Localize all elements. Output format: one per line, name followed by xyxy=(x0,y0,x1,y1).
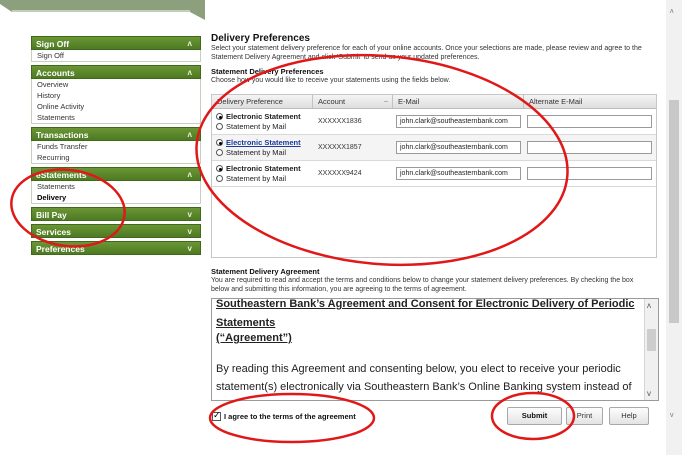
terms-text-box[interactable]: Southeastern Bank’s Agreement and Consen… xyxy=(211,298,659,401)
nav-section-preferences[interactable]: Preferences v xyxy=(31,241,201,255)
alternate-email-field[interactable] xyxy=(527,167,652,180)
scroll-up-icon[interactable]: ʌ xyxy=(670,8,674,15)
expand-chevron-icon[interactable]: v xyxy=(188,208,192,222)
print-button[interactable]: Print xyxy=(566,407,603,425)
sort-icon[interactable]: – xyxy=(384,95,388,108)
radio-icon[interactable] xyxy=(216,175,223,182)
sidebar-item-online-activity[interactable]: Online Activity xyxy=(32,101,200,112)
intro-line-2: Statement Delivery Agreement and click '… xyxy=(211,54,480,61)
mail-statement-radio[interactable]: Statement by Mail xyxy=(216,148,313,158)
header-banner xyxy=(0,0,205,20)
delivery-preferences-table: Delivery Preference Account – E-Mail Alte… xyxy=(211,94,657,258)
column-header-account[interactable]: Account – xyxy=(313,95,393,108)
radio-selected-icon[interactable] xyxy=(216,113,223,120)
mail-statement-radio[interactable]: Statement by Mail xyxy=(216,122,313,132)
terms-title-line-2: (“Agreement”) xyxy=(216,332,292,344)
scroll-up-icon[interactable]: ʌ xyxy=(647,301,651,310)
scroll-thumb[interactable] xyxy=(647,329,656,351)
terms-body: By reading this Agreement and consenting… xyxy=(216,363,632,400)
expand-chevron-icon[interactable]: v xyxy=(188,225,192,239)
scroll-down-icon[interactable]: v xyxy=(647,389,651,398)
radio-selected-icon[interactable] xyxy=(216,139,223,146)
nav-section-bill-pay[interactable]: Bill Pay v xyxy=(31,207,201,221)
electronic-statement-radio[interactable]: Electronic Statement xyxy=(216,112,313,122)
table-row: Electronic Statement Statement by Mail X… xyxy=(212,135,656,161)
agree-checkbox-row[interactable]: I agree to the terms of the agreement xyxy=(212,410,356,421)
agreement-section: Statement Delivery Agreement You are req… xyxy=(211,267,666,294)
expand-chevron-icon[interactable]: v xyxy=(188,242,192,256)
agree-checkbox[interactable] xyxy=(212,410,221,421)
collapse-chevron-icon[interactable]: ʌ xyxy=(188,128,192,142)
sidebar-item-funds-transfer[interactable]: Funds Transfer xyxy=(32,141,200,152)
terms-title-line-1: Southeastern Bank’s Agreement and Consen… xyxy=(216,298,635,329)
radio-selected-icon[interactable] xyxy=(216,165,223,172)
electronic-statement-radio[interactable]: Electronic Statement xyxy=(216,138,313,148)
sidebar-item-history[interactable]: History xyxy=(32,90,200,101)
sidebar-nav: Sign Off ʌ Sign Off Accounts ʌ Overview Hi… xyxy=(31,36,201,255)
account-number: XXXXXX1836 xyxy=(318,118,362,125)
terms-scrollbar[interactable]: ʌ v xyxy=(644,299,658,400)
column-header-alternate-email[interactable]: Alternate E-Mail xyxy=(524,95,656,108)
mail-statement-radio[interactable]: Statement by Mail xyxy=(216,174,313,184)
collapse-chevron-icon[interactable]: ʌ xyxy=(188,168,192,182)
alternate-email-field[interactable] xyxy=(527,141,652,154)
nav-section-accounts[interactable]: Accounts ʌ xyxy=(31,65,201,79)
electronic-statement-radio[interactable]: Electronic Statement xyxy=(216,164,313,174)
column-header-delivery-preference[interactable]: Delivery Preference xyxy=(212,95,313,108)
agree-label[interactable]: I agree to the terms of the agreement xyxy=(224,412,356,421)
sidebar-item-sign-off[interactable]: Sign Off xyxy=(32,50,200,61)
sidebar-item-overview[interactable]: Overview xyxy=(32,79,200,90)
email-field[interactable]: john.clark@southeasternbank.com xyxy=(396,141,521,154)
nav-section-estatements[interactable]: eStatements ʌ xyxy=(31,167,201,181)
sidebar-item-delivery[interactable]: Delivery xyxy=(32,192,200,203)
nav-section-services[interactable]: Services v xyxy=(31,224,201,238)
submit-button[interactable]: Submit xyxy=(507,407,562,425)
page-scroll-thumb[interactable] xyxy=(669,100,679,323)
account-number: XXXXXX1857 xyxy=(318,144,362,151)
agreement-desc-1: You are required to read and accept the … xyxy=(211,277,634,284)
radio-icon[interactable] xyxy=(216,123,223,130)
collapse-chevron-icon[interactable]: ʌ xyxy=(188,37,192,51)
nav-section-sign-off[interactable]: Sign Off ʌ xyxy=(31,36,201,50)
collapse-chevron-icon[interactable]: ʌ xyxy=(188,66,192,80)
agreement-title: Statement Delivery Agreement xyxy=(211,267,320,276)
scroll-down-icon[interactable]: v xyxy=(670,412,674,419)
sidebar-item-estatements-statements[interactable]: Statements xyxy=(32,181,200,192)
sidebar-item-recurring[interactable]: Recurring xyxy=(32,152,200,163)
section-title: Statement Delivery Preferences xyxy=(211,67,324,76)
alternate-email-field[interactable] xyxy=(527,115,652,128)
page-title: Delivery Preferences xyxy=(211,33,310,44)
email-field[interactable]: john.clark@southeasternbank.com xyxy=(396,167,521,180)
account-number: XXXXXX9424 xyxy=(318,170,362,177)
section-description: Choose how you would like to receive you… xyxy=(211,77,451,84)
table-header: Delivery Preference Account – E-Mail Alte… xyxy=(212,95,656,109)
nav-section-transactions[interactable]: Transactions ʌ xyxy=(31,127,201,141)
main-content: Delivery Preferences Select your stateme… xyxy=(211,33,666,85)
table-row: Electronic Statement Statement by Mail X… xyxy=(212,109,656,135)
page-scrollbar[interactable]: ʌ v xyxy=(666,0,682,455)
sidebar-item-statements[interactable]: Statements xyxy=(32,112,200,123)
intro-line-1: Select your statement delivery preferenc… xyxy=(211,45,642,52)
table-row: Electronic Statement Statement by Mail X… xyxy=(212,161,656,187)
agreement-desc-2: below and submitting this information, y… xyxy=(211,286,467,293)
email-field[interactable]: john.clark@southeasternbank.com xyxy=(396,115,521,128)
column-header-email[interactable]: E-Mail xyxy=(393,95,524,108)
help-button[interactable]: Help xyxy=(609,407,649,425)
radio-icon[interactable] xyxy=(216,149,223,156)
